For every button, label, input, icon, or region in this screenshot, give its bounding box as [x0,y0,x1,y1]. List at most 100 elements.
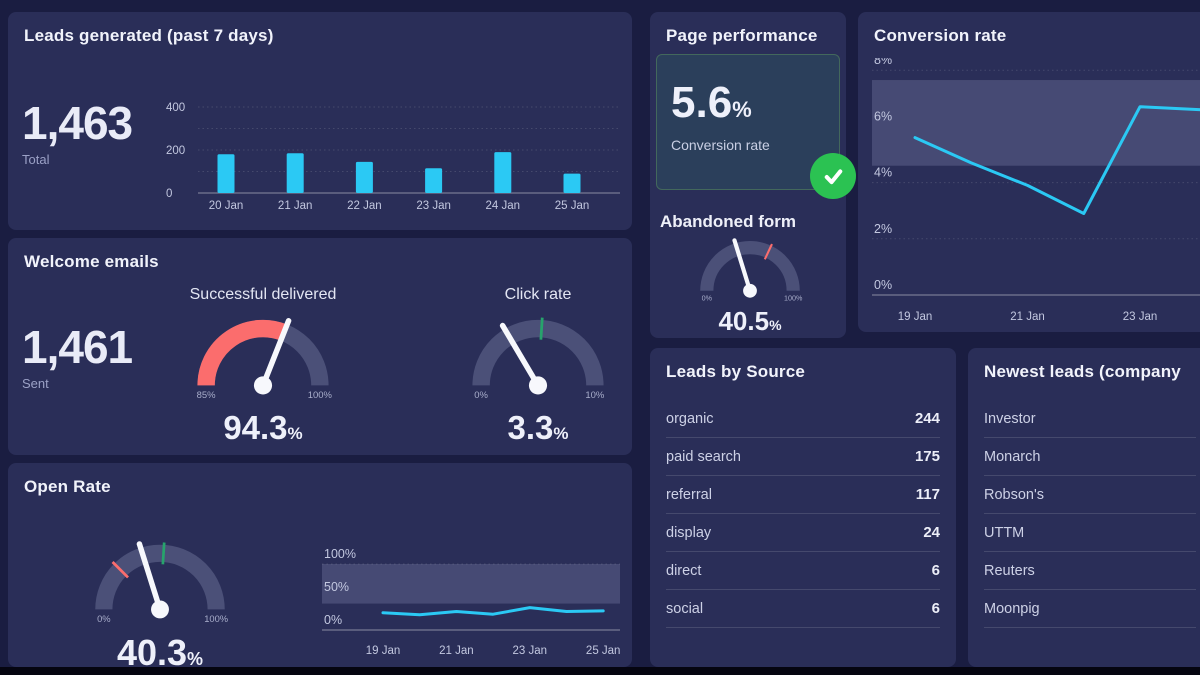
panel-leads-generated: Leads generated (past 7 days) 1,463 Tota… [8,12,632,230]
stat-label: Total [22,152,132,167]
table-row: social 6 [666,590,940,628]
panel-welcome-emails: Welcome emails 1,461 Sent Successful del… [8,238,632,455]
svg-text:100%: 100% [324,547,356,561]
svg-text:85%: 85% [197,390,217,401]
row-label: Investor [984,411,1036,427]
letterbox-bar [0,667,1200,675]
gauge-value: 40.3% [60,635,260,671]
svg-text:23 Jan: 23 Jan [513,645,548,657]
row-value: 244 [915,410,940,427]
gauge-open-rate: 0% 100% 40.3% [60,533,260,671]
panel-open-rate: Open Rate 0%100% 40.3% 0%50%100%19 Jan21… [8,463,632,667]
svg-text:19 Jan: 19 Jan [898,311,933,323]
abandoned-form-label: Abandoned form [660,212,796,232]
row-label: Robson's [984,487,1044,503]
row-label: display [666,525,711,541]
svg-text:23 Jan: 23 Jan [416,200,451,212]
gauge-successful-delivered: Successful delivered 85% 100% 94.3% [163,286,363,444]
gauge-value: 40.5% [650,308,850,334]
page-title: Conversion rate [874,26,1006,46]
svg-text:0: 0 [166,188,172,200]
gauge-value: 94.3% [163,411,363,444]
svg-text:8%: 8% [874,58,892,67]
gauge-value: 3.3% [438,411,638,444]
open-rate-line-chart: 0% 50% 100% 19 Jan 21 Jan 23 Jan 25 Jan [322,541,642,665]
table-row: Robson's [984,476,1196,514]
page-title: Leads generated (past 7 days) [24,26,274,46]
table-row: UTTM [984,514,1196,552]
row-label: Moonpig [984,601,1040,617]
leads-by-source-table: organic 244 paid search 175 referral 117 displ… [666,400,940,628]
svg-text:0%: 0% [474,390,488,401]
row-value: 6 [932,562,940,579]
svg-text:25 Jan: 25 Jan [555,200,590,212]
svg-text:100%: 100% [784,293,803,302]
page-title: Page performance [666,26,818,46]
gauge-abandoned-form: 0% 100% 40.5% [650,232,850,334]
svg-text:25 Jan: 25 Jan [586,645,621,657]
row-label: UTTM [984,525,1024,541]
newest-leads-list: Investor Monarch Robson's UTTM Reuters Moonpi… [984,400,1196,628]
svg-text:0%: 0% [324,613,342,627]
page-title: Open Rate [24,477,111,497]
table-row: Reuters [984,552,1196,590]
svg-text:2%: 2% [874,222,892,236]
row-label: social [666,601,703,617]
svg-text:6%: 6% [874,109,892,123]
svg-text:21 Jan: 21 Jan [439,645,474,657]
svg-text:4%: 4% [874,166,892,180]
emails-sent-stat: 1,461 Sent [22,324,132,391]
row-label: organic [666,411,714,427]
gauge-chart: 0% 100% [82,533,238,628]
leads-total-stat: 1,463 Total [22,100,132,167]
gauge-chart: 0% 100% [690,232,810,305]
card-value: 5.6% [671,81,752,125]
gauge-click-rate: Click rate 0%10% 3.3% [438,286,638,444]
svg-text:100%: 100% [308,390,333,401]
page-title: Welcome emails [24,252,159,272]
row-label: direct [666,563,701,579]
page-title: Leads by Source [666,362,805,382]
row-value: 117 [916,486,940,503]
gauge-label: Successful delivered [163,286,363,304]
row-label: paid search [666,449,741,465]
gauge-chart: 0%10% [459,308,617,404]
row-value: 175 [915,448,940,465]
stat-label: Sent [22,376,132,391]
row-label: Reuters [984,563,1035,579]
svg-text:21 Jan: 21 Jan [1010,311,1045,323]
row-value: 6 [932,600,940,617]
table-row: direct 6 [666,552,940,590]
panel-newest-leads: Newest leads (company InvestorMonarchRob… [968,348,1200,667]
svg-text:0%: 0% [97,614,111,624]
svg-text:19 Jan: 19 Jan [366,645,401,657]
svg-text:200: 200 [166,145,185,157]
table-row: referral 117 [666,476,940,514]
row-label: Monarch [984,449,1040,465]
row-label: referral [666,487,712,503]
svg-text:50%: 50% [324,580,349,594]
table-row: Moonpig [984,590,1196,628]
svg-text:20 Jan: 20 Jan [209,200,244,212]
svg-text:100%: 100% [204,614,228,624]
panel-conversion-rate: Conversion rate 0%2%4%6%8%19 Jan21 Jan23… [858,12,1200,332]
svg-text:400: 400 [166,102,185,114]
panel-leads-by-source: Leads by Source organic 244 paid search 175… [650,348,956,667]
stat-value: 1,463 [22,100,132,146]
leads-bar-chart: 020040020 Jan21 Jan22 Jan23 Jan24 Jan25 … [158,92,628,222]
stat-value: 1,461 [22,324,132,370]
conversion-rate-line-chart: 0%2%4%6%8%19 Jan21 Jan23 Jan [872,58,1200,332]
svg-text:21 Jan: 21 Jan [278,200,313,212]
table-row: display 24 [666,514,940,552]
gauge-chart: 85% 100% [184,308,342,404]
svg-text:0%: 0% [874,278,892,292]
row-value: 24 [923,524,940,541]
gauge-label: Click rate [438,286,638,304]
svg-text:0%: 0% [702,293,713,302]
table-row: organic 244 [666,400,940,438]
table-row: Monarch [984,438,1196,476]
card-label: Conversion rate [671,137,770,153]
panel-page-performance: Page performance 5.6% Conversion rate Ab… [650,12,846,338]
svg-text:24 Jan: 24 Jan [486,200,521,212]
table-row: paid search 175 [666,438,940,476]
